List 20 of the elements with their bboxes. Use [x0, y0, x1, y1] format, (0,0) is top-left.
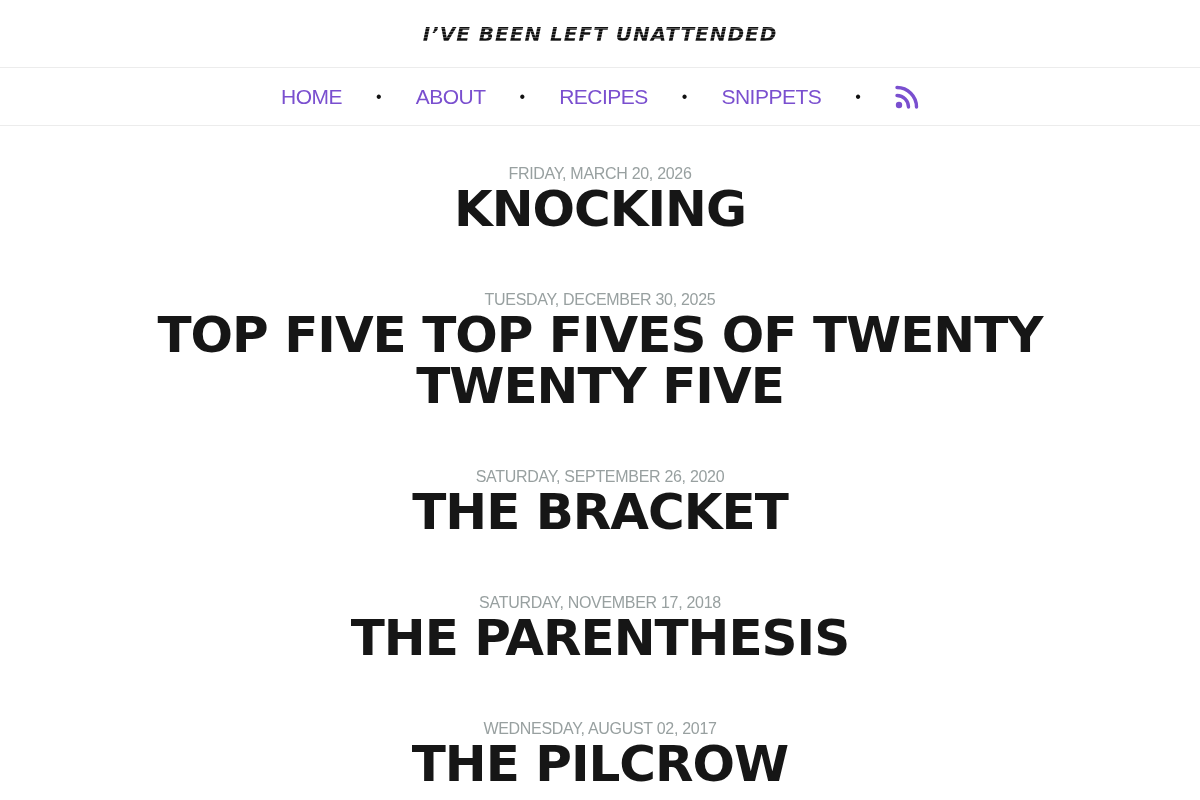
nav-separator: • — [376, 87, 382, 106]
rss-icon — [894, 84, 919, 109]
post-title[interactable]: KNOCKING — [454, 184, 746, 235]
nav-separator: • — [855, 87, 861, 106]
rss-link[interactable] — [894, 84, 919, 109]
post-date: WEDNESDAY, AUGUST 02, 2017 — [483, 719, 717, 739]
nav-separator: • — [681, 87, 688, 106]
post-date: SATURDAY, SEPTEMBER 26, 2020 — [475, 467, 725, 487]
post-date: FRIDAY, MARCH 20, 2026 — [508, 164, 692, 184]
post-title[interactable]: THE BRACKET — [412, 487, 788, 538]
post-date: SATURDAY, NOVEMBER 17, 2018 — [479, 593, 721, 613]
post-title[interactable]: TOP FIVE TOP FIVES OF TWENTY TWENTY FIVE — [150, 310, 1050, 412]
post-date: TUESDAY, DECEMBER 30, 2025 — [484, 290, 716, 310]
nav-link[interactable]: RECIPES — [559, 82, 648, 111]
nav-separator: • — [519, 87, 526, 106]
nav-link[interactable]: ABOUT — [415, 82, 486, 111]
post-title[interactable]: THE PILCROW — [411, 739, 789, 790]
post-title[interactable]: THE PARENTHESIS — [350, 613, 850, 664]
nav-link[interactable]: HOME — [281, 82, 343, 111]
nav-link[interactable]: SNIPPETS — [721, 82, 822, 111]
